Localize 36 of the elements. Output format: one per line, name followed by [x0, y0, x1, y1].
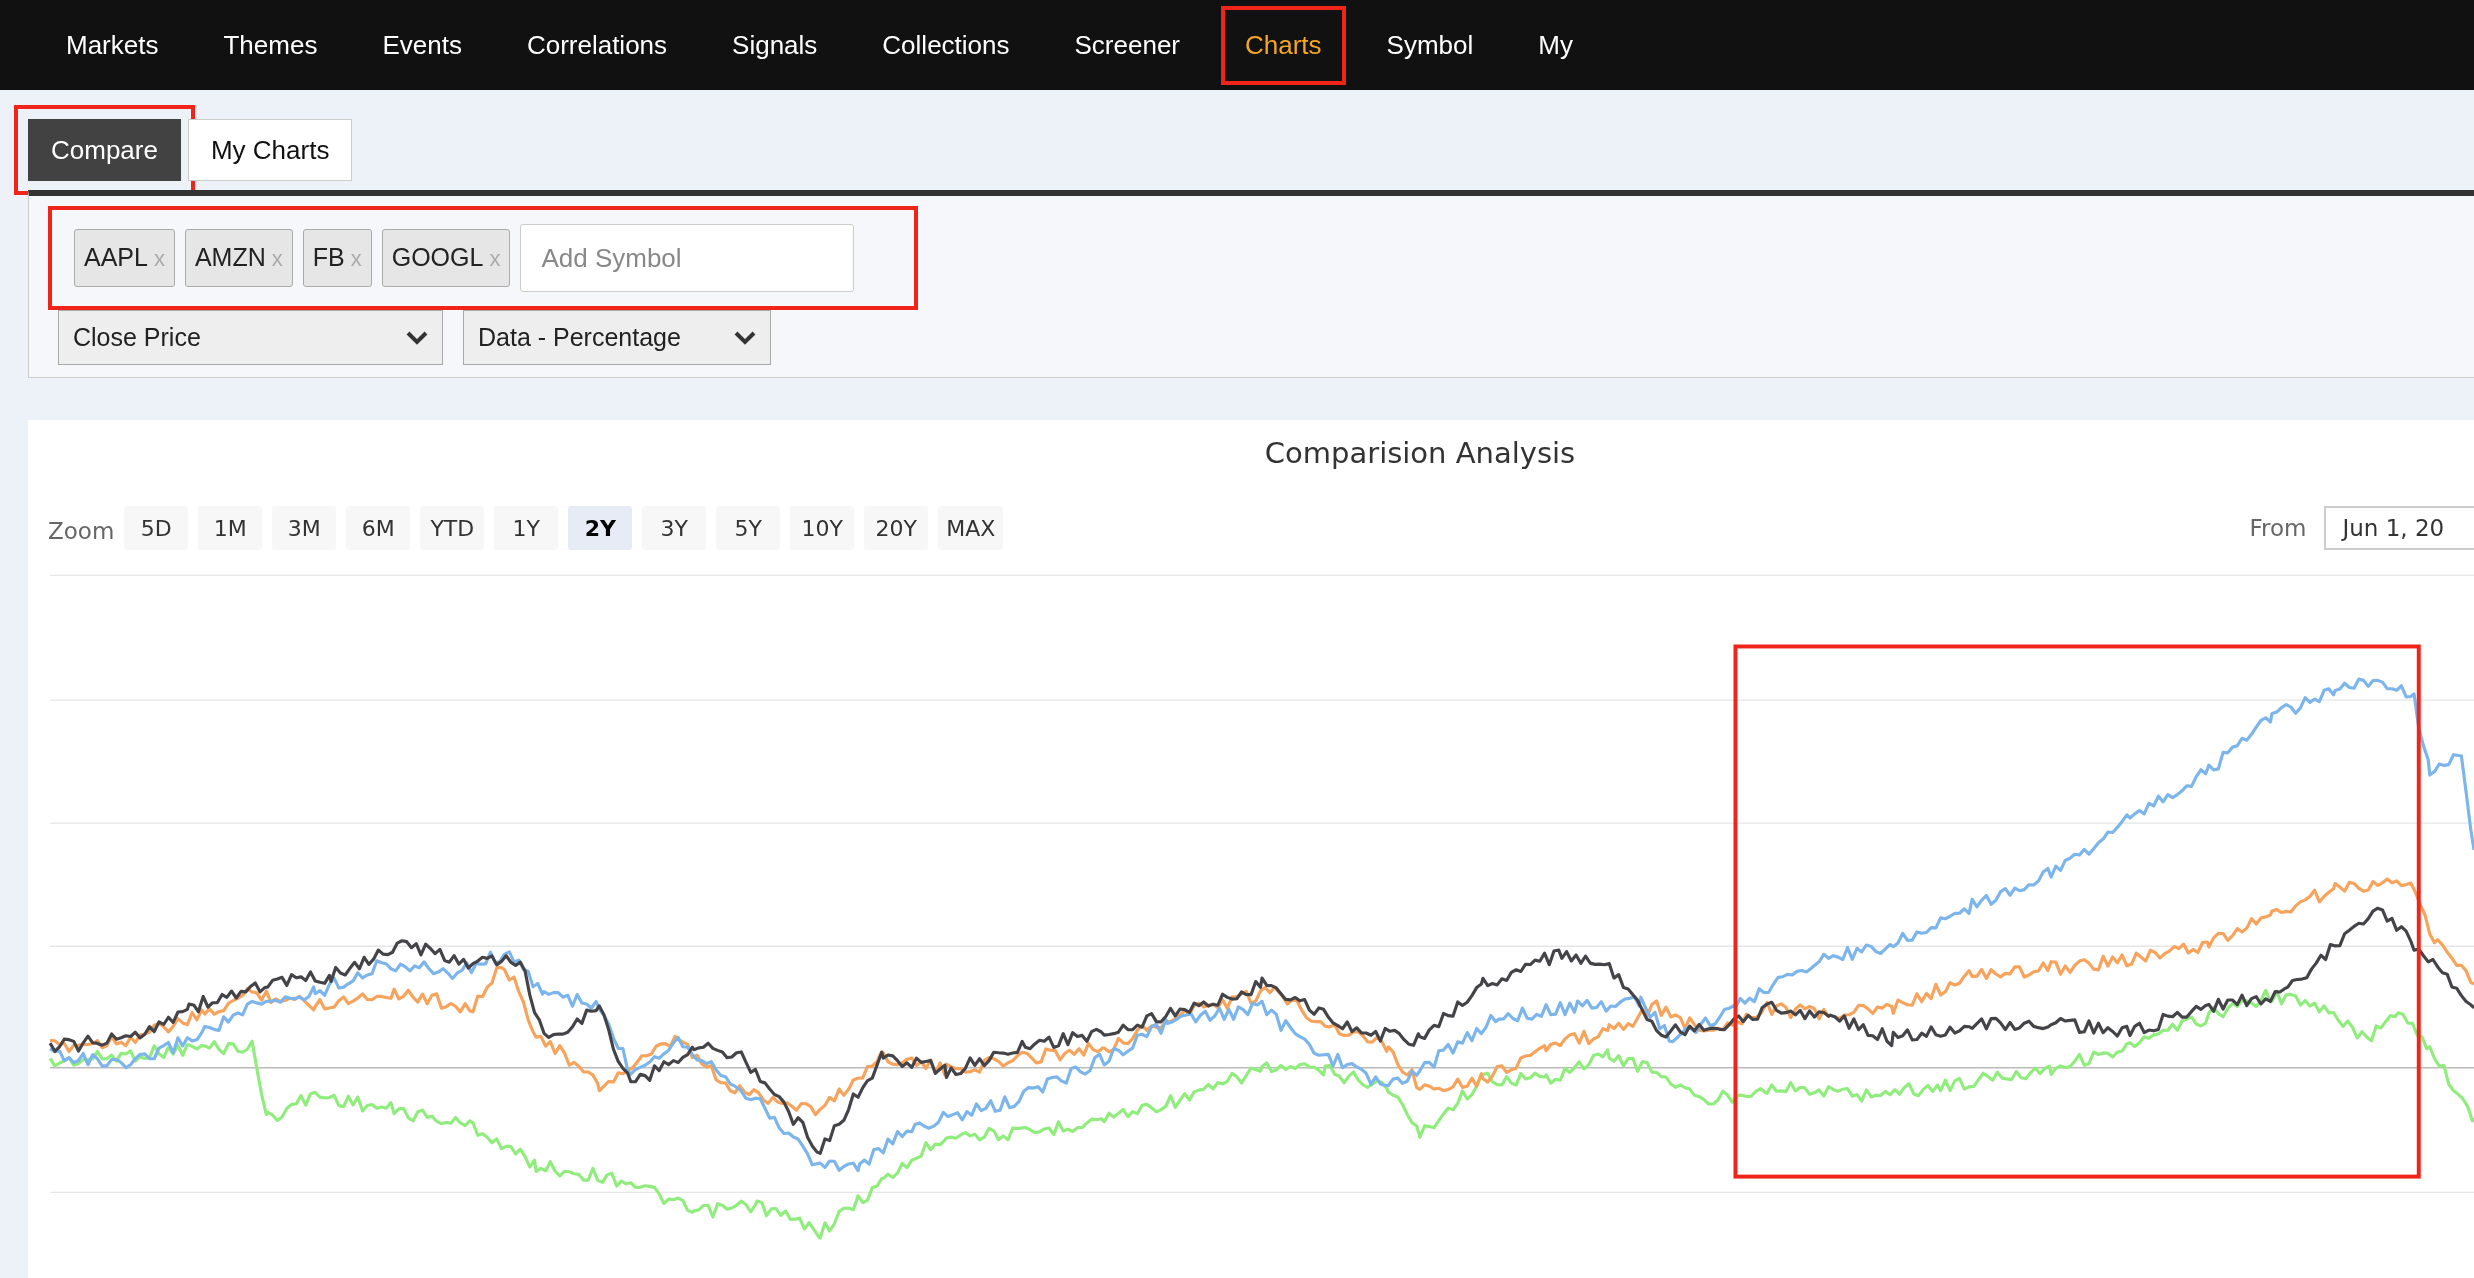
dropdown[interactable]: Data - Percentage — [463, 310, 771, 365]
zoom-range-button[interactable]: 6M — [346, 506, 411, 550]
chevron-down-icon — [406, 330, 428, 345]
zoom-range-button[interactable]: YTD — [420, 506, 485, 550]
zoom-range-button[interactable]: 2Y — [568, 506, 633, 550]
symbol-label: FB — [312, 242, 345, 274]
nav-link[interactable]: Themes — [203, 9, 338, 81]
nav-link[interactable]: Collections — [862, 9, 1030, 81]
symbol-label: AAPL — [84, 242, 148, 274]
zoom-range-button[interactable]: 10Y — [790, 506, 855, 550]
zoom-range-button[interactable]: MAX — [938, 506, 1004, 550]
nav-link[interactable]: Screener — [1054, 9, 1200, 81]
zoom-range-button[interactable]: 1Y — [494, 506, 559, 550]
tab[interactable]: My Charts — [187, 119, 353, 181]
zoom-range-button[interactable]: 1M — [198, 506, 263, 550]
tab[interactable]: Compare — [28, 119, 181, 181]
chevron-down-icon — [734, 330, 756, 345]
zoom-range-button[interactable]: 3Y — [642, 506, 707, 550]
symbol-label: AMZN — [194, 242, 266, 274]
nav-link[interactable]: Events — [362, 9, 482, 81]
zoom-range-button[interactable]: 5D — [124, 506, 189, 550]
zoom-range-button[interactable]: 5Y — [716, 506, 781, 550]
from-date-field[interactable]: Jun 1, 20 — [2324, 506, 2474, 550]
dropdown[interactable]: Close Price — [58, 310, 443, 365]
add-symbol-field[interactable]: Add Symbol — [520, 224, 855, 292]
nav-link[interactable]: Signals — [712, 9, 838, 81]
zoom-label: Zoom — [48, 516, 115, 546]
symbol-label: GOOGL — [391, 242, 484, 274]
chart-title: Comparision Analysis — [1263, 435, 1577, 472]
nav-link[interactable]: My — [1518, 9, 1593, 81]
zoom-range-button[interactable]: 3M — [272, 506, 337, 550]
zoom-range-button[interactable]: 20Y — [864, 506, 929, 550]
from-label: From — [2249, 513, 2307, 543]
nav-link[interactable]: Correlations — [506, 9, 688, 81]
nav-link[interactable]: Markets — [46, 9, 179, 81]
nav-link[interactable]: Symbol — [1366, 9, 1494, 81]
